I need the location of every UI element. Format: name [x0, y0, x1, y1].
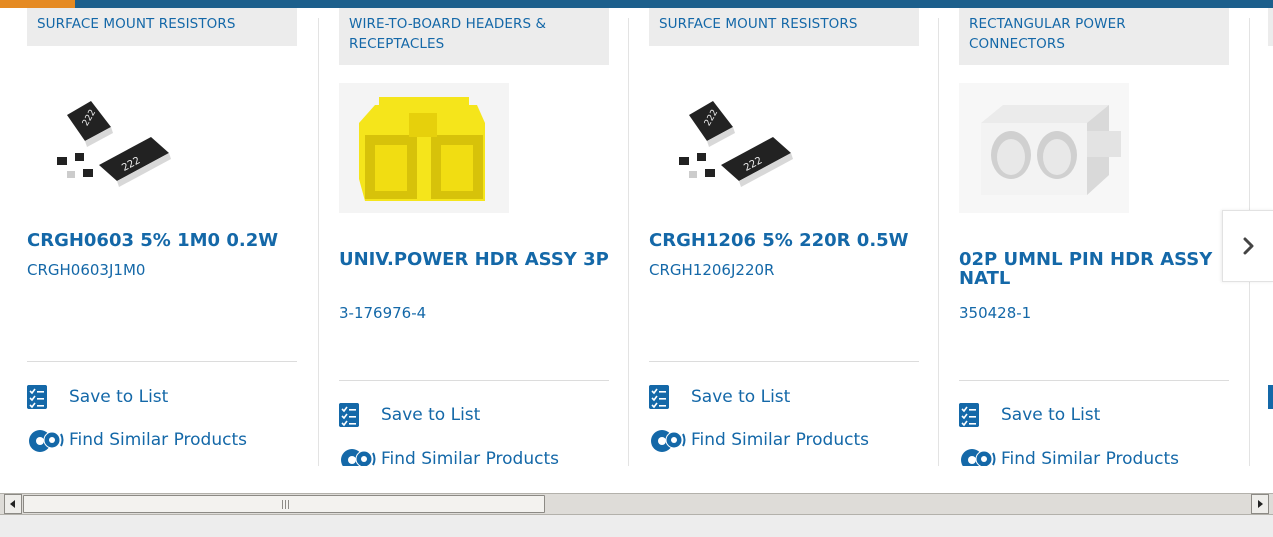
product-image[interactable] [339, 83, 511, 213]
chevron-right-icon [1243, 237, 1253, 255]
find-similar-label: Find Similar Products [691, 430, 869, 450]
checklist-icon [959, 403, 979, 427]
part-number[interactable]: CRGH1206J220R [649, 261, 774, 279]
category-label[interactable]: RECTANGULAR POWER CONNECTORS [959, 8, 1229, 65]
save-to-list-label: Save to List [69, 387, 169, 407]
product-image[interactable]: 222 222 [649, 73, 821, 203]
scroll-right-button[interactable] [1251, 494, 1269, 514]
accent-stripe [0, 0, 75, 8]
card-divider [938, 18, 939, 466]
product-card: RECTANGULAR POWER CONNECTORS 02P UMNL PI… [959, 8, 1229, 466]
find-similar-label: Find Similar Products [69, 430, 247, 450]
scroll-left-button[interactable] [4, 494, 22, 514]
divider [339, 380, 609, 381]
product-title[interactable]: UNIV.POWER HDR ASSY 3P [339, 250, 609, 269]
category-label[interactable]: SURFACE MOUNT RESISTORS [27, 8, 297, 46]
find-similar-label: Find Similar Products [1001, 449, 1179, 466]
part-number[interactable]: 3-176976-4 [339, 304, 426, 322]
save-to-list-label: Save to List [1001, 405, 1101, 425]
checklist-icon [339, 403, 359, 427]
top-accent-bar [0, 0, 1273, 8]
card-divider [318, 18, 319, 466]
partial-checklist-icon [1268, 385, 1273, 409]
gears-icon [961, 449, 996, 466]
horizontal-scrollbar[interactable] [0, 493, 1273, 515]
gears-icon [651, 430, 686, 452]
product-card: SURFACE MOUNT RESISTORS 222 222 CRGH1206… [649, 8, 919, 466]
product-card: WIRE-TO-BOARD HEADERS & RECEPTACLES UNIV… [339, 8, 609, 466]
divider [649, 361, 919, 362]
grip-icon [282, 500, 290, 509]
product-card: SURFACE MOUNT RESISTORS 222 222 CRGH0603… [27, 8, 297, 466]
save-to-list-label: Save to List [691, 387, 791, 407]
checklist-icon [27, 385, 47, 409]
find-similar-label: Find Similar Products [381, 449, 559, 466]
footer-strip [0, 515, 1273, 537]
partial-card-category [1268, 8, 1273, 46]
save-to-list-label: Save to List [381, 405, 481, 425]
scrollbar-thumb[interactable] [23, 495, 545, 513]
product-title[interactable]: CRGH0603 5% 1M0 0.2W [27, 231, 297, 250]
checklist-icon [649, 385, 669, 409]
product-title[interactable]: CRGH1206 5% 220R 0.5W [649, 231, 919, 250]
gears-icon [341, 449, 376, 466]
category-label[interactable]: WIRE-TO-BOARD HEADERS & RECEPTACLES [339, 8, 609, 65]
gears-icon [29, 430, 64, 452]
divider [27, 361, 297, 362]
carousel-next-button[interactable] [1222, 210, 1273, 282]
triangle-right-icon [1258, 500, 1263, 508]
product-title[interactable]: 02P UMNL PIN HDR ASSY NATL [959, 250, 1229, 288]
category-label[interactable]: SURFACE MOUNT RESISTORS [649, 8, 919, 46]
part-number[interactable]: 350428-1 [959, 304, 1031, 322]
divider [959, 380, 1229, 381]
product-image[interactable]: 222 222 [27, 73, 199, 203]
part-number[interactable]: CRGH0603J1M0 [27, 261, 145, 279]
product-image[interactable] [959, 83, 1131, 213]
product-carousel: SURFACE MOUNT RESISTORS 222 222 CRGH0603… [0, 8, 1273, 466]
card-divider [628, 18, 629, 466]
triangle-left-icon [10, 500, 15, 508]
